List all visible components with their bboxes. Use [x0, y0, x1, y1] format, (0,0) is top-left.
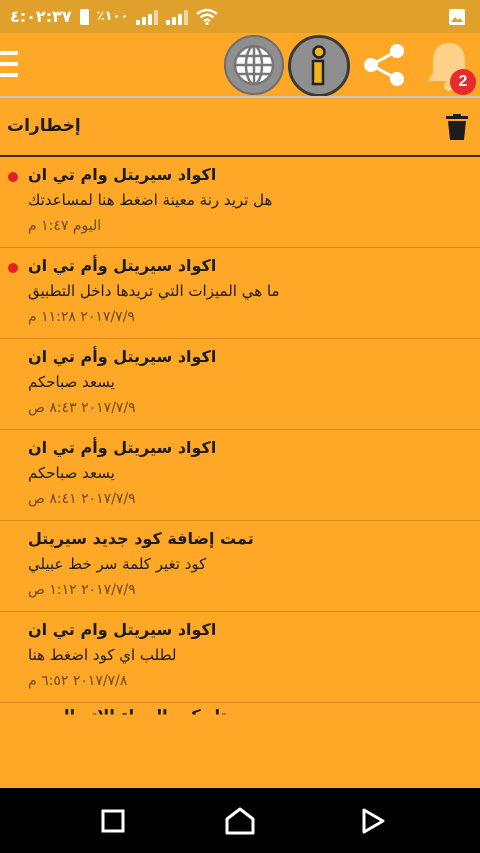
unread-dot: [8, 172, 18, 182]
notification-title: سيريتل كود الرجاء الاتصال بي: [28, 706, 266, 725]
back-icon[interactable]: [358, 806, 388, 836]
notification-item[interactable]: اكواد سيريتل وأم تي ان ما هي الميزات الت…: [0, 248, 480, 339]
info-icon: [311, 45, 326, 86]
notification-time: ٢٠١٧/٧/٩ ٨:٤٣ ص: [28, 400, 136, 416]
system-nav-bar: [0, 788, 480, 853]
notification-time: ٢٠١٧/٧/٨ ٦:٥٢ م: [28, 673, 128, 689]
app-bar: 2: [0, 33, 480, 97]
share-icon[interactable]: [360, 41, 408, 89]
info-button[interactable]: [288, 35, 350, 97]
notifications-panel: إخطارات اكواد سيريتل وام تي ان هل تريد ر…: [0, 98, 480, 788]
notification-item[interactable]: اكواد سيريتل وأم تي ان يسعد صباحكم ٢٠١٧/…: [0, 339, 480, 430]
notification-time: ٢٠١٧/٧/٩ ٨:٤١ ص: [28, 491, 136, 507]
globe-icon: [233, 44, 275, 86]
notification-message: يسعد صباحكم: [28, 464, 115, 482]
notification-title: اكواد سيريتل وأم تي ان: [28, 438, 217, 457]
signal-icon-2: [166, 9, 189, 25]
notifications-header: إخطارات: [0, 98, 480, 157]
unread-dot: [8, 263, 18, 273]
notification-title: اكواد سيريتل وأم تي ان: [28, 256, 217, 275]
gallery-icon: [449, 8, 465, 25]
wifi-icon: [196, 8, 219, 25]
notification-time: ٢٠١٧/٧/٩ ١١:٢٨ م: [28, 309, 135, 325]
notification-message: يسعد صباحكم: [28, 373, 115, 391]
notification-title: اكواد سيريتل وأم تي ان: [28, 347, 217, 366]
page-title: إخطارات: [7, 116, 81, 136]
notification-message: ما هي الميزات التي تريدها داخل التطبيق: [28, 282, 280, 300]
notification-item[interactable]: اكواد سيريتل وام تي ان لطلب اي كود اضغط …: [0, 612, 480, 703]
notification-message: كود تغير كلمة سر خط عبيلي: [28, 555, 207, 573]
trash-icon[interactable]: [446, 114, 468, 140]
notification-item[interactable]: اكواد سيريتل وأم تي ان يسعد صباحكم ٢٠١٧/…: [0, 430, 480, 521]
language-button[interactable]: [224, 35, 284, 95]
recents-icon[interactable]: [98, 806, 128, 836]
signal-icon: [136, 9, 159, 25]
notification-badge: 2: [450, 69, 476, 95]
notification-message: لطلب اي كود اضغط هنا: [28, 646, 177, 664]
status-bar: ٤:٠٢:٣٧ ٪١٠٠: [0, 0, 480, 33]
notification-title: تمت إضافة كود جديد سيريتل: [28, 529, 254, 548]
notification-message: هل تريد رنة معينة اضغط هنا لمساعدتك: [28, 191, 273, 209]
notification-time: اليوم ١:٤٧ م: [28, 218, 102, 234]
notification-title: اكواد سيريتل وام تي ان: [28, 620, 217, 639]
status-left: ٤:٠٢:٣٧ ٪١٠٠: [10, 7, 219, 26]
notification-item[interactable]: اكواد سيريتل وام تي ان هل تريد رنة معينة…: [0, 157, 480, 248]
clock: ٤:٠٢:٣٧: [10, 7, 72, 26]
notification-item[interactable]: تمت إضافة كود جديد سيريتل كود تغير كلمة …: [0, 521, 480, 612]
notification-time: ٢٠١٧/٧/٩ ١:١٢ ص: [28, 582, 136, 598]
notification-title: اكواد سيريتل وام تي ان: [28, 165, 217, 184]
battery-percent: ٪١٠٠: [96, 9, 129, 24]
menu-icon[interactable]: [0, 51, 18, 77]
notification-item[interactable]: سيريتل كود الرجاء الاتصال بي: [0, 703, 480, 788]
battery-icon: [79, 8, 89, 25]
home-icon[interactable]: [224, 806, 256, 836]
